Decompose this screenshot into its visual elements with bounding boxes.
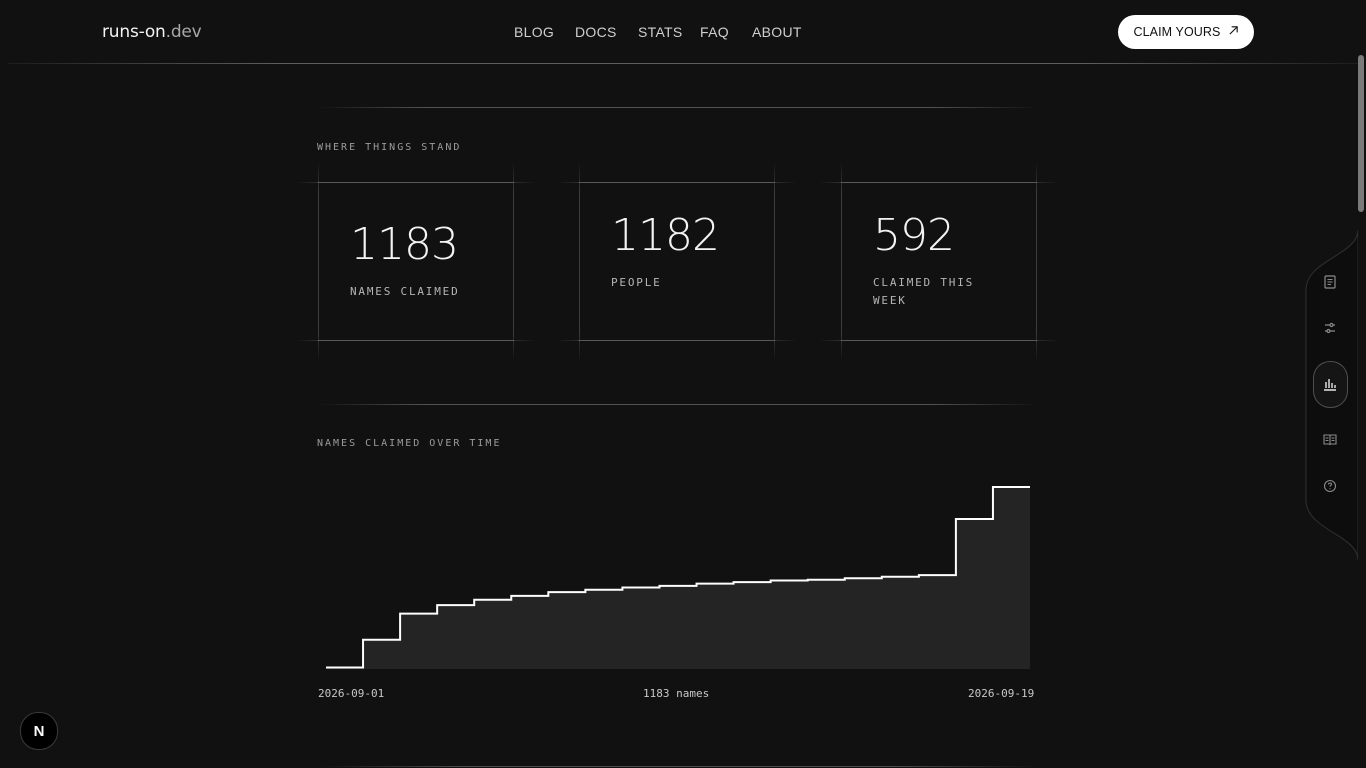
stat-value: 592 <box>873 210 955 261</box>
stats-section-label: WHERE THINGS STAND <box>317 142 462 153</box>
stat-value: 1183 <box>350 219 459 270</box>
badge-letter: N <box>33 722 45 740</box>
chart-section-label: NAMES CLAIMED OVER TIME <box>317 438 502 449</box>
header-divider <box>8 63 1358 64</box>
nextjs-badge[interactable]: N <box>20 712 58 750</box>
claim-yours-button[interactable]: CLAIM YOURS <box>1118 15 1254 49</box>
arrow-up-right-icon <box>1228 25 1239 39</box>
stat-label: NAMES CLAIMED <box>350 285 460 298</box>
section-divider <box>318 766 1038 767</box>
stat-card-claimed-this-week: 592 CLAIMED THIS WEEK <box>819 161 1059 362</box>
x-axis-start-label: 2026-09-01 <box>318 687 385 700</box>
page-scrollbar[interactable] <box>1358 55 1364 212</box>
stat-label: PEOPLE <box>611 276 662 289</box>
section-divider <box>318 107 1038 108</box>
nav-link-faq[interactable]: FAQ <box>700 24 729 40</box>
site-logo[interactable]: runs-on.dev <box>102 22 202 42</box>
logo-tld-text: .dev <box>165 22 202 42</box>
names-claimed-chart <box>318 470 1038 680</box>
sliders-icon[interactable] <box>1322 320 1338 336</box>
chart-svg <box>326 486 1030 669</box>
nav-link-blog[interactable]: BLOG <box>514 24 554 40</box>
stat-value: 1182 <box>611 210 720 261</box>
nav-link-about[interactable]: ABOUT <box>752 24 802 40</box>
book-icon[interactable] <box>1322 432 1338 448</box>
chart-area <box>326 487 1030 669</box>
bar-chart-icon[interactable] <box>1322 376 1338 392</box>
document-icon[interactable] <box>1322 274 1338 290</box>
claim-yours-label: CLAIM YOURS <box>1133 25 1221 39</box>
stat-card-people: 1182 PEOPLE <box>557 161 797 362</box>
nav-link-stats[interactable]: STATS <box>638 24 683 40</box>
stat-label: CLAIMED THIS WEEK <box>873 276 975 307</box>
x-axis-end-label: 2026-09-19 <box>968 687 1035 700</box>
logo-main-text: runs-on <box>102 22 166 42</box>
section-divider <box>318 404 1038 405</box>
chart-total-label: 1183 names <box>643 687 710 700</box>
help-circle-icon[interactable] <box>1322 478 1338 494</box>
nav-link-docs[interactable]: DOCS <box>575 24 617 40</box>
stat-card-names-claimed: 1183 NAMES CLAIMED <box>296 161 536 362</box>
